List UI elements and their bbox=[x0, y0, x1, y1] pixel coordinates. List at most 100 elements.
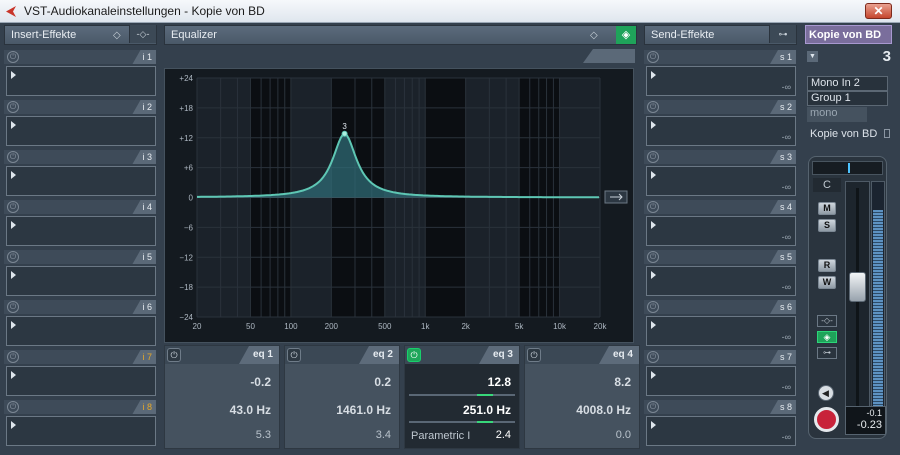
eq-bypass-icon[interactable]: ◈ bbox=[616, 26, 636, 44]
insert-slot[interactable]: ⏻ i 6 bbox=[4, 300, 156, 348]
eq-band-power-button[interactable]: ⏻ bbox=[527, 348, 541, 362]
fader-track[interactable] bbox=[845, 181, 870, 425]
expand-arrow-icon[interactable] bbox=[11, 371, 16, 379]
eq-reset-icon[interactable] bbox=[604, 190, 628, 204]
eq-band-gain[interactable]: -0.2 bbox=[250, 375, 271, 389]
output-routing[interactable]: Group 1 bbox=[807, 91, 888, 106]
send-slot[interactable]: ⏻ s 3 -∞ bbox=[644, 150, 796, 198]
insert-plugin-selector[interactable] bbox=[6, 366, 156, 396]
eq-band-q[interactable]: 3.4 bbox=[376, 429, 391, 441]
send-target-selector[interactable]: -∞ bbox=[646, 66, 796, 96]
send-target-selector[interactable]: -∞ bbox=[646, 266, 796, 296]
eq-band-frequency[interactable]: 4008.0 Hz bbox=[576, 403, 631, 417]
eq-band-power-button[interactable]: ⏻ bbox=[287, 348, 301, 362]
send-level[interactable]: -∞ bbox=[782, 132, 791, 142]
eq-curve-display[interactable]: +24 +18 +12 +6 0 −6 −12 −18 −2420 50 100 200 500 1k 2k… bbox=[165, 69, 635, 344]
send-target-selector[interactable]: -∞ bbox=[646, 366, 796, 396]
expand-arrow-icon[interactable] bbox=[651, 371, 656, 379]
volume-value[interactable]: -0.23 bbox=[846, 419, 882, 432]
insert-slot[interactable]: ⏻ i 3 bbox=[4, 150, 156, 198]
record-button[interactable] bbox=[814, 407, 839, 432]
insert-plugin-selector[interactable] bbox=[6, 116, 156, 146]
pan-control[interactable] bbox=[812, 161, 883, 175]
send-level[interactable]: -∞ bbox=[782, 432, 791, 442]
eq-band-frequency[interactable]: 43.0 Hz bbox=[230, 403, 271, 417]
send-bypass-strip-icon[interactable]: ⊶ bbox=[817, 347, 837, 359]
expand-arrow-icon[interactable] bbox=[11, 421, 16, 429]
expand-arrow-icon[interactable] bbox=[651, 71, 656, 79]
expand-arrow-icon[interactable] bbox=[11, 121, 16, 129]
expand-arrow-icon[interactable] bbox=[651, 171, 656, 179]
insert-slot[interactable]: ⏻ i 7 bbox=[4, 350, 156, 398]
expand-arrow-icon[interactable] bbox=[651, 221, 656, 229]
power-icon[interactable]: ⏻ bbox=[7, 251, 19, 263]
insert-plugin-selector[interactable] bbox=[6, 66, 156, 96]
eq-band-gain[interactable]: 0.2 bbox=[374, 375, 391, 389]
power-icon[interactable]: ⏻ bbox=[7, 51, 19, 63]
eq-graph[interactable]: +24 +18 +12 +6 0 −6 −12 −18 −24 20 50 100 200 500 1k 2k… bbox=[164, 68, 634, 343]
eq-band-gain[interactable]: 8.2 bbox=[614, 375, 631, 389]
insert-slot[interactable]: ⏻ i 5 bbox=[4, 250, 156, 298]
insert-bypass-icon[interactable]: -◇- bbox=[817, 315, 837, 327]
channel-name[interactable]: Kopie von BD bbox=[805, 25, 892, 44]
send-target-selector[interactable]: -∞ bbox=[646, 116, 796, 146]
close-button[interactable]: ✕ bbox=[865, 3, 892, 19]
send-slot[interactable]: ⏻ s 2 -∞ bbox=[644, 100, 796, 148]
eq-band-frequency[interactable]: 251.0 Hz bbox=[463, 403, 511, 417]
expand-arrow-icon[interactable] bbox=[11, 171, 16, 179]
insert-plugin-selector[interactable] bbox=[6, 266, 156, 296]
write-automation-button[interactable]: W bbox=[818, 276, 836, 289]
expand-arrow-icon[interactable] bbox=[651, 271, 656, 279]
eq-band-gain[interactable]: 12.8 bbox=[488, 375, 511, 389]
eq-band-q[interactable]: 5.3 bbox=[256, 429, 271, 441]
send-slot[interactable]: ⏻ s 5 -∞ bbox=[644, 250, 796, 298]
expand-arrow-icon[interactable] bbox=[11, 321, 16, 329]
power-icon[interactable]: ⏻ bbox=[7, 301, 19, 313]
input-routing[interactable]: Mono In 2 bbox=[807, 76, 888, 91]
send-slot[interactable]: ⏻ s 4 -∞ bbox=[644, 200, 796, 248]
send-level[interactable]: -∞ bbox=[782, 382, 791, 392]
send-target-selector[interactable]: -∞ bbox=[646, 316, 796, 346]
send-target-selector[interactable]: -∞ bbox=[646, 216, 796, 246]
eq-band-handle[interactable] bbox=[341, 130, 348, 137]
power-icon[interactable]: ⏻ bbox=[7, 101, 19, 113]
power-icon[interactable]: ⏻ bbox=[647, 251, 659, 263]
eq-gain-slider[interactable] bbox=[409, 394, 515, 396]
volume-fader-handle[interactable] bbox=[849, 271, 866, 302]
send-target-selector[interactable]: -∞ bbox=[646, 166, 796, 196]
power-icon[interactable]: ⏻ bbox=[647, 51, 659, 63]
send-slot[interactable]: ⏻ s 7 -∞ bbox=[644, 350, 796, 398]
insert-plugin-selector[interactable] bbox=[6, 416, 156, 446]
expand-arrow-icon[interactable] bbox=[651, 421, 656, 429]
insert-slot[interactable]: ⏻ i 1 bbox=[4, 50, 156, 98]
expand-arrow-icon[interactable] bbox=[11, 221, 16, 229]
power-icon[interactable]: ⏻ bbox=[7, 151, 19, 163]
power-icon[interactable]: ⏻ bbox=[647, 201, 659, 213]
eq-band-power-button[interactable]: ⏻ bbox=[167, 348, 181, 362]
send-slot[interactable]: ⏻ s 8 -∞ bbox=[644, 400, 796, 448]
eq-band-power-button[interactable]: ⏻ bbox=[407, 348, 421, 362]
insert-slot[interactable]: ⏻ i 2 bbox=[4, 100, 156, 148]
eq-band-frequency[interactable]: 1461.0 Hz bbox=[336, 403, 391, 417]
send-bypass-icon[interactable]: ⊶ bbox=[769, 25, 796, 43]
routing-edit-icon[interactable] bbox=[884, 129, 890, 138]
eq-enable-icon[interactable]: ◈ bbox=[817, 331, 837, 343]
power-icon[interactable]: ⏻ bbox=[647, 101, 659, 113]
eq-preset-icon[interactable]: ◇ bbox=[590, 27, 598, 45]
insert-slot[interactable]: ⏻ i 4 bbox=[4, 200, 156, 248]
expand-arrow-icon[interactable] bbox=[11, 271, 16, 279]
expand-arrow-icon[interactable] bbox=[651, 321, 656, 329]
power-icon[interactable]: ⏻ bbox=[647, 351, 659, 363]
send-level[interactable]: -∞ bbox=[782, 232, 791, 242]
power-icon[interactable]: ⏻ bbox=[647, 301, 659, 313]
power-icon[interactable]: ⏻ bbox=[647, 151, 659, 163]
send-level[interactable]: -∞ bbox=[782, 182, 791, 192]
solo-button[interactable]: S bbox=[818, 219, 836, 232]
power-icon[interactable]: ⏻ bbox=[7, 351, 19, 363]
eq-band-type[interactable]: Parametric I bbox=[411, 430, 470, 442]
send-slot[interactable]: ⏻ s 6 -∞ bbox=[644, 300, 796, 348]
send-level[interactable]: -∞ bbox=[782, 282, 791, 292]
send-slot[interactable]: ⏻ s 1 -∞ bbox=[644, 50, 796, 98]
send-level[interactable]: -∞ bbox=[782, 332, 791, 342]
channel-menu-icon[interactable]: ▼ bbox=[807, 51, 818, 62]
